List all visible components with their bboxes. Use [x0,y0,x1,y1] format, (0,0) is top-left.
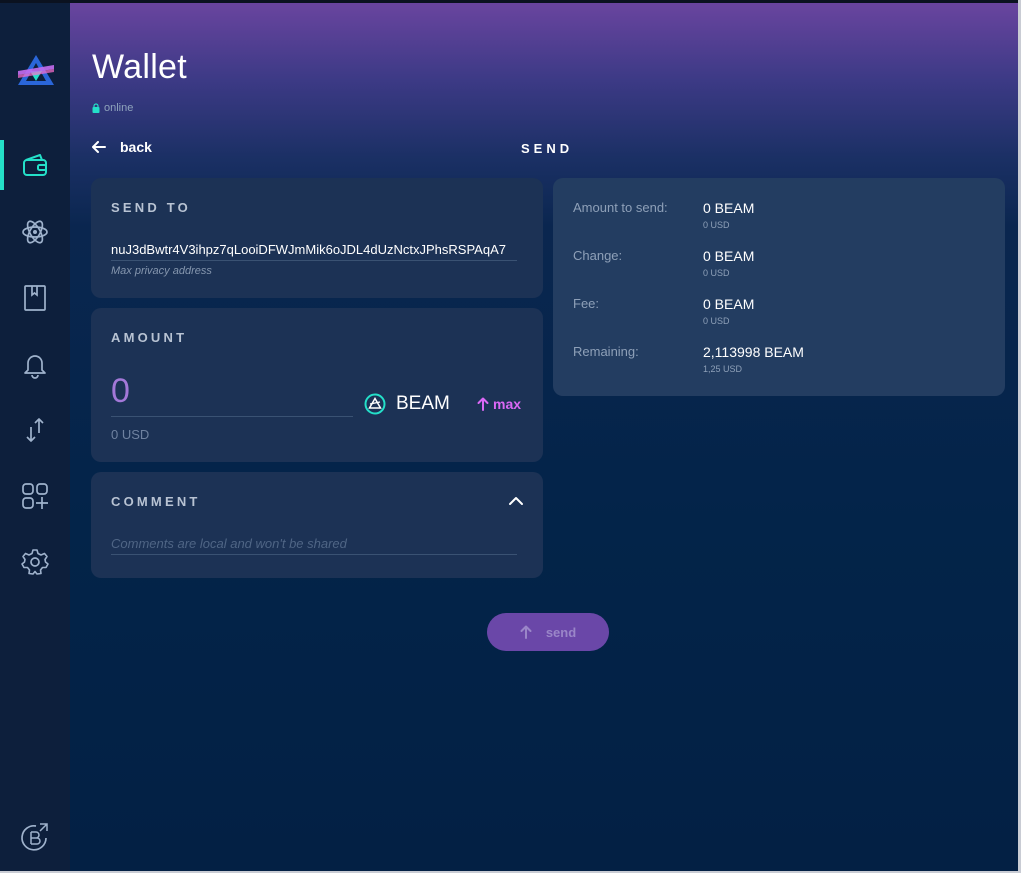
page-title: Wallet [92,48,188,86]
wallet-icon [23,154,47,176]
status-text: online [104,102,134,114]
summary-value: 0 BEAM [703,248,755,264]
currency-label: BEAM [396,393,450,414]
settings-icon [21,549,49,575]
amount-usd: 0 USD [111,427,150,442]
beam-logo-icon [16,53,56,89]
back-button[interactable]: back [92,139,152,155]
sidebar-item-explorer[interactable] [0,815,70,859]
swap-icon [26,418,44,442]
comment-title: COMMENT [111,494,201,509]
address-input[interactable]: nuJ3dBwtr4V3ihpz7qLooiDFWJmMik6oJDL4dUzN… [111,242,517,261]
arrow-up-icon [520,625,532,639]
sidebar [0,3,70,873]
summary-panel: Amount to send: 0 BEAM 0 USD Change: 0 B… [553,178,1005,396]
summary-usd: 0 USD [703,220,730,230]
sidebar-item-dapps[interactable] [0,210,70,254]
bell-icon [24,355,46,379]
summary-usd: 1,25 USD [703,364,743,374]
send-to-panel: SEND TO nuJ3dBwtr4V3ihpz7qLooiDFWJmMik6o… [91,178,543,298]
back-label: back [120,139,152,155]
comment-input[interactable]: Comments are local and won't be shared [111,536,517,555]
chevron-up-icon[interactable] [508,494,524,508]
currency-selector[interactable]: BEAM [364,393,450,415]
sidebar-item-addresses[interactable] [0,276,70,320]
send-to-title: SEND TO [111,200,191,215]
amount-panel: AMOUNT 0 0 USD BEAM max [91,308,543,462]
wallet-app: Wallet online back SEND SEND TO nuJ3dBwt… [0,0,1021,873]
arrow-left-icon [92,141,106,153]
sidebar-item-applications[interactable] [0,474,70,518]
send-label: send [545,624,577,640]
address-book-icon [24,285,46,311]
sidebar-item-atomic-swap[interactable] [0,408,70,452]
amount-title: AMOUNT [111,330,188,345]
arrow-up-icon [477,397,489,411]
apps-icon [22,483,48,509]
section-heading: SEND [521,141,574,156]
summary-value: 0 BEAM [703,200,755,216]
amount-input[interactable]: 0 [111,372,353,417]
summary-label: Change: [573,248,623,263]
summary-value: 2,113998 BEAM [703,344,804,360]
window-top-edge [0,0,1021,3]
beam-coin-icon [364,393,386,415]
lock-icon [92,103,100,113]
summary-usd: 0 USD [703,268,730,278]
summary-usd: 0 USD [703,316,730,326]
summary-label: Remaining: [573,344,639,359]
connection-status: online [92,102,133,114]
summary-label: Amount to send: [573,200,668,215]
sidebar-item-settings[interactable] [0,540,70,584]
sidebar-item-notifications[interactable] [0,342,70,386]
summary-label: Fee: [573,296,600,311]
max-button[interactable]: max [477,396,521,412]
atom-icon [22,220,48,244]
explorer-icon [21,823,48,851]
address-type-hint: Max privacy address [111,265,212,277]
max-label: max [493,396,522,412]
sidebar-item-wallet[interactable] [0,144,70,188]
comment-panel: COMMENT Comments are local and won't be … [91,472,543,578]
send-button[interactable]: send [487,613,609,651]
summary-value: 0 BEAM [703,296,755,312]
